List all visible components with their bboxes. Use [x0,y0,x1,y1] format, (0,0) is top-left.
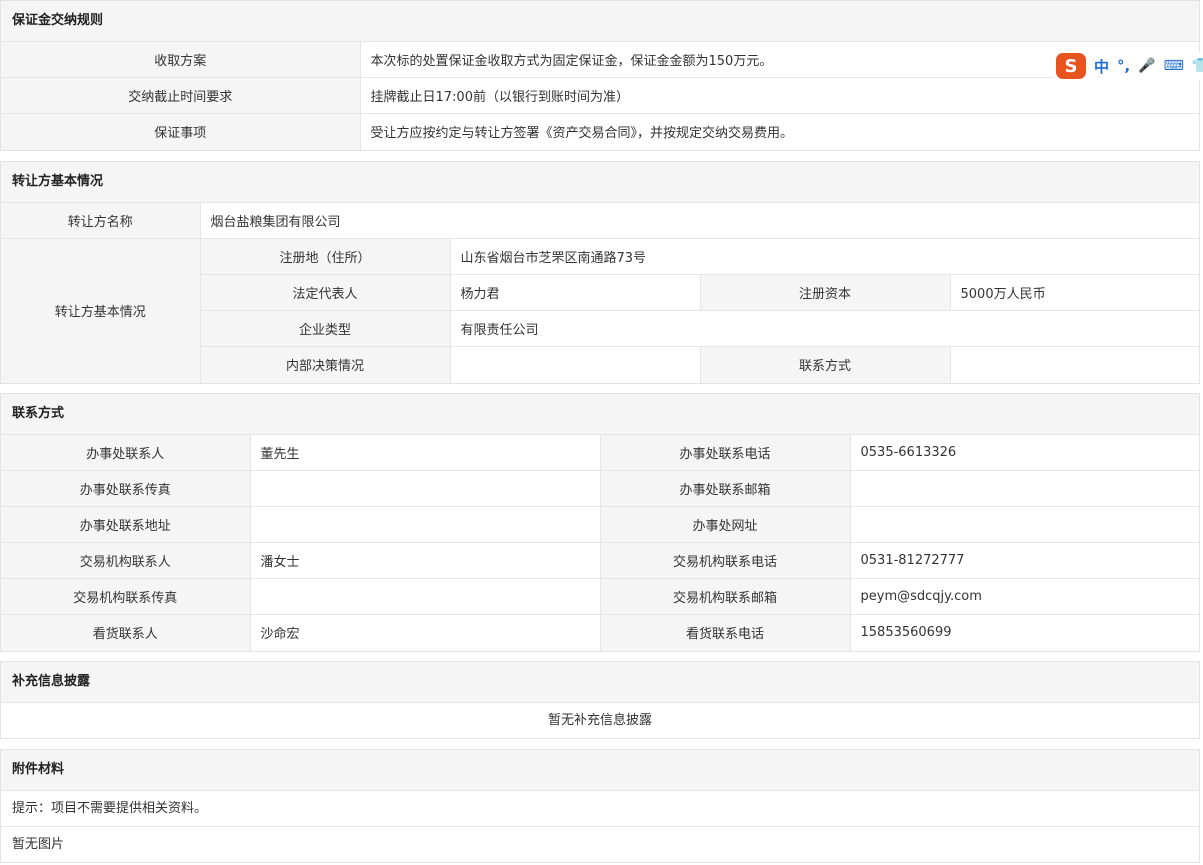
contact-label: 交易机构联系电话 [600,542,851,579]
legal-rep-value: 杨力君 [450,274,701,311]
contact-value [250,578,601,615]
section-title: 保证金交纳规则 [1,1,1199,41]
table-row: 转让方基本情况 注册地（住所） 山东省烟台市芝罘区南通路73号 [1,238,1199,383]
contact-value [250,470,601,507]
table-row: 办事处联系人 董先生 办事处联系电话 0535-6613326 [1,434,1199,471]
microphone-icon[interactable]: 🎤 [1138,58,1155,74]
attachments-no-image: 暂无图片 [1,826,1199,862]
table-row: 办事处联系地址 办事处网址 [1,506,1199,543]
row-value: 受让方应按约定与转让方签署《资产交易合同》，并按规定交纳交易费用。 [360,113,1199,150]
table-row: 交易机构联系人 潘女士 交易机构联系电话 0531-81272777 [1,542,1199,579]
table-row: 办事处联系传真 办事处联系邮箱 [1,470,1199,507]
transferor-name-label: 转让方名称 [1,202,201,239]
table-row: 交易机构联系传真 交易机构联系邮箱 peym@sdcqjy.com [1,578,1199,615]
legal-rep-label: 法定代表人 [200,274,451,311]
contact-label: 交易机构联系传真 [1,578,251,615]
contact-label: 办事处网址 [600,506,851,543]
reg-address-value: 山东省烟台市芝罘区南通路73号 [450,238,1199,275]
contact-value: peym@sdcqjy.com [850,578,1199,615]
table-row: 转让方名称 烟台盐粮集团有限公司 [1,202,1199,239]
sogou-logo-icon[interactable]: S [1056,53,1086,79]
contact-section: 联系方式 办事处联系人 董先生 办事处联系电话 0535-6613326 办事处… [0,393,1200,652]
deposit-rules-section: 保证金交纳规则 收取方案 本次标的处置保证金收取方式为固定保证金，保证金金额为1… [0,0,1200,151]
section-title: 转让方基本情况 [1,162,1199,202]
transferor-name-value: 烟台盐粮集团有限公司 [200,202,1199,239]
section-title: 联系方式 [1,394,1199,434]
row-label: 交纳截止时间要求 [1,77,361,114]
contact-value: 沙命宏 [250,614,601,651]
contact-label: 看货联系人 [1,614,251,651]
attachments-section: 附件材料 提示：项目不需要提供相关资料。 暂无图片 [0,749,1200,863]
reg-capital-label: 注册资本 [700,274,951,311]
transferor-basic-label: 转让方基本情况 [1,238,201,383]
ime-language-toggle[interactable]: 中 [1094,56,1109,77]
contact-value [250,506,601,543]
contact-label: 办事处联系电话 [600,434,851,471]
row-label: 收取方案 [1,41,361,78]
section-title: 附件材料 [1,750,1199,790]
row-label: 保证事项 [1,113,361,150]
contact-value [850,470,1199,507]
attachments-hint: 提示：项目不需要提供相关资料。 [1,790,1199,826]
contact-value: 董先生 [250,434,601,471]
contact-label: 办事处联系人 [1,434,251,471]
contact-value [850,506,1199,543]
ime-toolbar[interactable]: S 中 °, 🎤 ⌨ 👕 [1054,52,1203,80]
skin-icon[interactable]: 👕 [1192,58,1203,74]
company-type-value: 有限责任公司 [450,310,1199,347]
contact-label: 办事处联系地址 [1,506,251,543]
contact-label: 看货联系电话 [600,614,851,651]
contact-label: 交易机构联系人 [1,542,251,579]
table-row: 看货联系人 沙命宏 看货联系电话 15853560699 [1,614,1199,651]
contact-label: 办事处联系传真 [1,470,251,507]
reg-capital-value: 5000万人民币 [950,274,1199,311]
company-type-label: 企业类型 [200,310,451,347]
contact-value: 15853560699 [850,614,1199,651]
keyboard-icon[interactable]: ⌨ [1164,58,1184,74]
supplement-text: 暂无补充信息披露 [1,702,1199,738]
decision-value [450,346,701,383]
row-value: 挂牌截止日17:00前（以银行到账时间为准） [360,77,1199,114]
table-row: 保证事项 受让方应按约定与转让方签署《资产交易合同》，并按规定交纳交易费用。 [1,113,1199,150]
contact-value: 0531-81272777 [850,542,1199,579]
transferor-contact-label: 联系方式 [700,346,951,383]
decision-label: 内部决策情况 [200,346,451,383]
transferor-section: 转让方基本情况 转让方名称 烟台盐粮集团有限公司 转让方基本情况 注册地（住所）… [0,161,1200,384]
contact-label: 办事处联系邮箱 [600,470,851,507]
supplement-section: 补充信息披露 暂无补充信息披露 [0,661,1200,739]
transferor-contact-value [950,346,1199,383]
contact-value: 潘女士 [250,542,601,579]
ime-punctuation-toggle[interactable]: °, [1117,57,1130,75]
contact-label: 交易机构联系邮箱 [600,578,851,615]
reg-address-label: 注册地（住所） [200,238,451,275]
table-row: 交纳截止时间要求 挂牌截止日17:00前（以银行到账时间为准） [1,77,1199,114]
contact-value: 0535-6613326 [850,434,1199,471]
table-row: 收取方案 本次标的处置保证金收取方式为固定保证金，保证金金额为150万元。 [1,41,1199,78]
section-title: 补充信息披露 [1,662,1199,702]
